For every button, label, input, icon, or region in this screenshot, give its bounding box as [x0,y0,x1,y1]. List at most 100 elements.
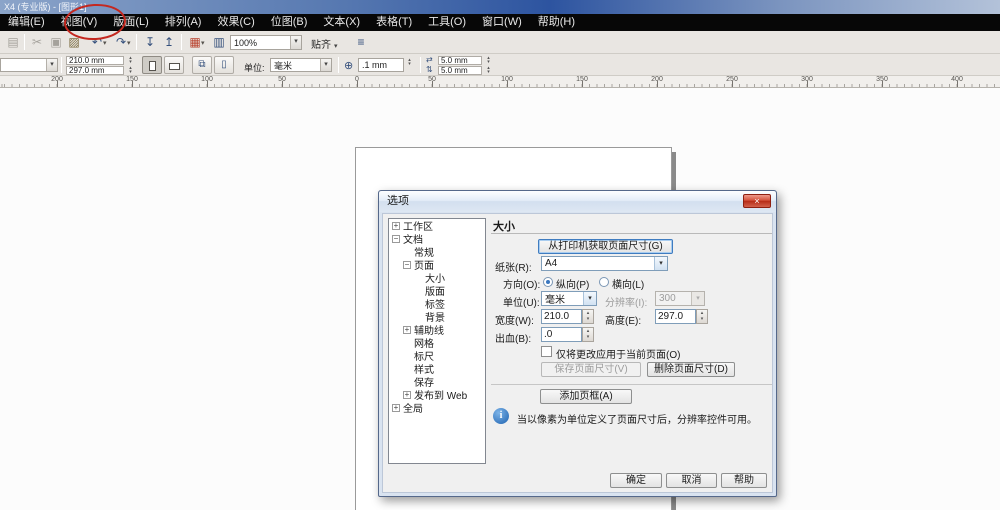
expand-icon[interactable]: + [403,390,411,399]
tree-item-label: 全局 [403,404,423,415]
page-width-spinner[interactable]: ▴ ▾ [126,56,135,65]
duplicate-x-field[interactable]: 5.0 mm [438,56,482,65]
cut-icon[interactable]: ✂ [28,34,46,51]
tree-item-document[interactable]: − 文档 [389,232,485,246]
divider [491,384,772,385]
ruler-major-tick [582,81,583,87]
nudge-icon: ⊕ [344,60,354,72]
expand-icon[interactable]: + [392,221,400,230]
menu-item-tools[interactable]: 工具(O) [420,14,474,31]
chevron-down-icon[interactable]: ▾ [290,36,301,49]
paper-select[interactable]: A4 ▾ [541,256,668,271]
tree-item-general[interactable]: 常规 [389,245,485,259]
info-icon: i [493,408,509,424]
get-page-size-from-printer-button[interactable]: 从打印机获取页面尺寸(G) [538,239,673,254]
size-panel: 大小 从打印机获取页面尺寸(G) 纸张(R): A4 ▾ 方向(O): 纵向(P… [491,218,772,464]
dialog-buttons: 确定 取消 帮助 [610,473,767,488]
add-page-frame-button[interactable]: 添加页框(A) [540,389,632,404]
expand-icon[interactable]: + [392,403,400,412]
collapse-icon[interactable]: − [392,234,400,243]
bleed-spinner[interactable]: ▴ ▾ [582,327,594,342]
portrait-icon [149,61,156,71]
height-label: 高度(E): [605,316,642,327]
bleed-field[interactable]: .0 [541,327,582,342]
landscape-button[interactable] [164,56,184,74]
menu-item-table[interactable]: 表格(T) [368,14,420,31]
page-height-spinner[interactable]: ▴ ▾ [126,66,135,75]
paper-value: A4 [545,258,558,269]
nudge-field[interactable]: .1 mm [358,58,404,72]
chevron-down-icon[interactable]: ▾ [320,59,331,71]
copy-icon[interactable]: ▣ [47,34,65,51]
width-field[interactable]: 210.0 [541,309,582,324]
options-icon[interactable]: ≡ [352,34,370,51]
window-titlebar[interactable]: X4 (专业版) - [图形1] [0,0,1000,14]
dialog-titlebar[interactable]: 选项 [379,191,776,212]
snap-to-button[interactable]: 贴齐 ▾ [306,35,343,52]
current-page-icon: ▯ [221,59,227,70]
tree-item-grid[interactable]: 网格 [389,336,485,350]
tree-item-global[interactable]: + 全局 [389,401,485,415]
menu-item-window[interactable]: 窗口(W) [474,14,530,31]
delete-page-size-button[interactable]: 删除页面尺寸(D) [647,362,735,377]
launcher-dropdown-icon[interactable]: ▾ [201,39,205,47]
menu-bar: 编辑(E) 视图(V) 版面(L) 排列(A) 效果(C) 位图(B) 文本(X) 表格(T)… [0,14,1000,31]
duplicate-x-value: 5.0 mm [441,56,468,65]
tree-item-guidelines[interactable]: + 辅助线 [389,323,485,337]
page-preset-combo[interactable]: ▾ [0,58,58,72]
ruler-major-tick [732,81,733,87]
print-icon[interactable]: ▤ [4,34,22,51]
page-width-field[interactable]: 210.0 mm [66,56,124,65]
divider [491,233,772,234]
duplicate-y-field[interactable]: 5.0 mm [438,66,482,75]
import-icon[interactable]: ↧ [141,34,159,51]
menu-item-bitmaps[interactable]: 位图(B) [263,14,316,31]
menu-item-edit[interactable]: 编辑(E) [0,14,53,31]
landscape-radio[interactable] [599,277,609,287]
height-field[interactable]: 297.0 [655,309,696,324]
dialog-title: 选项 [387,195,409,207]
toolbar-separator [420,57,421,73]
apply-current-page-checkbox[interactable] [541,346,552,357]
duplicate-x-spinner[interactable]: ▴ ▾ [484,56,493,65]
paper-label: 纸张(R): [495,263,532,274]
close-icon[interactable]: × [743,194,771,208]
page-height-field[interactable]: 297.0 mm [66,66,124,75]
collapse-icon[interactable]: − [403,260,411,269]
menu-item-help[interactable]: 帮助(H) [530,14,583,31]
zoom-level-combo[interactable]: 100% ▾ [230,35,302,50]
duplicate-y-spinner[interactable]: ▴ ▾ [484,66,493,75]
expand-icon[interactable]: + [403,325,411,334]
width-spinner[interactable]: ▴ ▾ [582,309,594,324]
landscape-icon [169,63,180,70]
help-button[interactable]: 帮助 [721,473,767,488]
height-spinner[interactable]: ▴ ▾ [696,309,708,324]
chevron-down-icon[interactable]: ▾ [46,59,57,71]
horizontal-ruler[interactable]: 200 150 100 50 0 50 100 150 200 250 300 350 400 [0,76,1000,88]
units-value: 毫米 [274,60,293,71]
nudge-spinner[interactable]: ▴ ▾ [405,58,414,67]
undo-dropdown-icon[interactable]: ▾ [103,39,107,47]
ok-button[interactable]: 确定 [610,473,662,488]
units-combo[interactable]: 毫米 ▾ [270,58,332,72]
menu-item-arrange[interactable]: 排列(A) [157,14,210,31]
chevron-down-icon[interactable]: ▾ [583,292,596,305]
menu-item-text[interactable]: 文本(X) [315,14,368,31]
all-pages-button[interactable]: ⧉ [192,56,212,74]
corel-window-icon[interactable]: ▥ [210,34,228,51]
portrait-radio[interactable] [543,277,553,287]
cancel-button[interactable]: 取消 [666,473,717,488]
unit-select[interactable]: 毫米 ▾ [541,291,597,306]
redo-dropdown-icon[interactable]: ▾ [127,39,131,47]
current-page-button[interactable]: ▯ [214,56,234,74]
ruler-major-tick [357,81,358,87]
ruler-minor-ticks [0,84,1000,87]
chevron-down-icon[interactable]: ▾ [654,257,667,270]
tree-item-styles[interactable]: 样式 [389,362,485,376]
menu-item-effects[interactable]: 效果(C) [209,14,262,31]
ruler-major-tick [57,81,58,87]
duplicate-x-icon: ⇄ [426,55,433,64]
portrait-button[interactable] [142,56,162,74]
tree-item-rulers[interactable]: 标尺 [389,349,485,363]
export-icon[interactable]: ↥ [160,34,178,51]
